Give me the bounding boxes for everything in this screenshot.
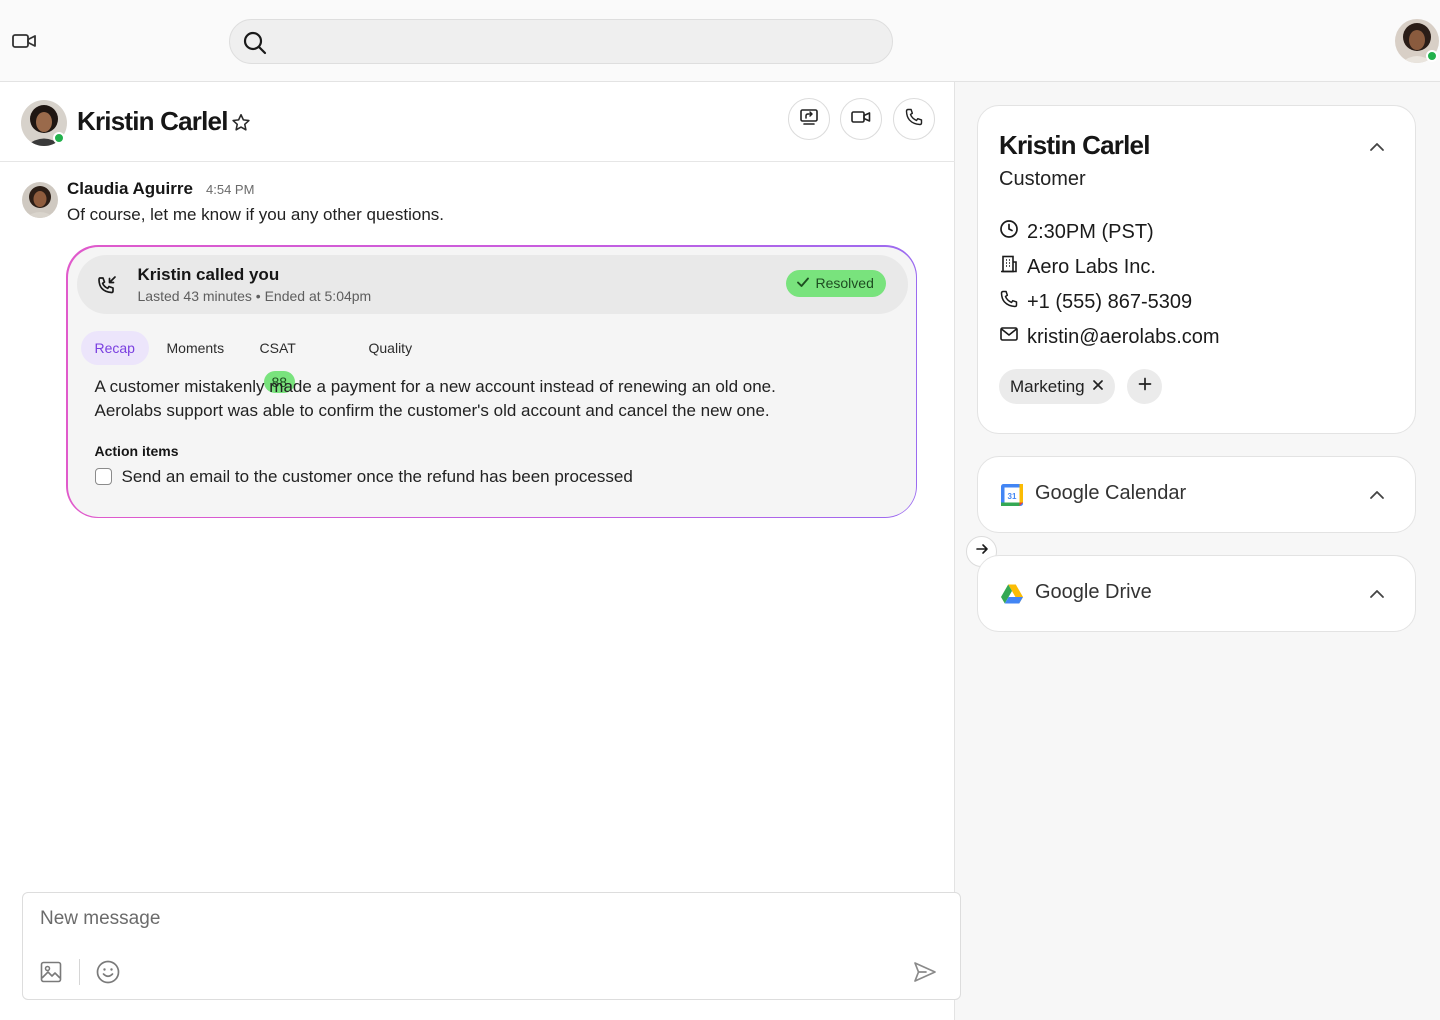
local-time-text: 2:30PM (PST) bbox=[1027, 220, 1154, 243]
tag-label: Marketing bbox=[1010, 376, 1085, 396]
action-item: Send an email to the customer once the r… bbox=[94, 466, 633, 487]
svg-text:31: 31 bbox=[1008, 492, 1017, 501]
contact-phone[interactable]: +1 (555) 867-5309 bbox=[999, 289, 1192, 315]
call-title: Kristin called you bbox=[137, 264, 280, 284]
search-icon bbox=[242, 30, 268, 56]
tag-chip: Marketing bbox=[999, 369, 1115, 404]
check-icon bbox=[796, 275, 810, 292]
sender-avatar[interactable] bbox=[22, 182, 58, 218]
resolved-badge: Resolved bbox=[785, 269, 886, 297]
add-tag-button[interactable] bbox=[1127, 369, 1162, 404]
message-composer bbox=[22, 892, 961, 1000]
building-icon bbox=[999, 254, 1019, 280]
contact-details-card: Kristin Carlel Customer 2:30PM (PST) Aer… bbox=[977, 105, 1416, 434]
chat-header: Kristin Carlel bbox=[0, 82, 955, 162]
resolved-label: Resolved bbox=[815, 275, 874, 291]
clock-icon bbox=[999, 219, 1019, 245]
online-status-dot bbox=[53, 132, 65, 144]
email-text: kristin@aerolabs.com bbox=[1027, 325, 1220, 348]
video-camera-icon bbox=[851, 109, 871, 130]
contact-company: Aero Labs Inc. bbox=[999, 254, 1156, 280]
contact-card-name: Kristin Carlel bbox=[999, 130, 1150, 160]
tab-quality[interactable]: Quality bbox=[369, 331, 413, 365]
send-icon[interactable] bbox=[912, 959, 938, 985]
video-camera-icon[interactable] bbox=[11, 30, 39, 52]
tab-recap[interactable]: Recap bbox=[80, 330, 149, 365]
voice-call-button[interactable] bbox=[893, 98, 935, 140]
recap-line: Aerolabs support was able to confirm the… bbox=[94, 400, 770, 420]
phone-text: +1 (555) 867-5309 bbox=[1027, 290, 1193, 313]
integration-label: Google Calendar bbox=[1035, 482, 1187, 504]
company-text: Aero Labs Inc. bbox=[1027, 255, 1156, 278]
search-bar[interactable] bbox=[229, 19, 893, 64]
contact-email[interactable]: kristin@aerolabs.com bbox=[999, 324, 1220, 350]
user-avatar[interactable] bbox=[1395, 19, 1439, 63]
mail-icon bbox=[999, 324, 1019, 350]
chevron-up-icon[interactable] bbox=[1366, 484, 1388, 506]
contact-local-time: 2:30PM (PST) bbox=[999, 219, 1154, 245]
online-status-dot bbox=[1426, 50, 1438, 62]
recap-line: A customer mistakenly made a payment for… bbox=[94, 376, 776, 396]
close-icon[interactable] bbox=[1091, 377, 1105, 397]
contact-role: Customer bbox=[999, 168, 1086, 190]
action-item-checkbox[interactable] bbox=[94, 468, 112, 485]
emoji-icon[interactable] bbox=[95, 959, 121, 985]
contact-name: Kristin Carlel bbox=[77, 106, 228, 136]
toolbar-divider bbox=[79, 959, 80, 985]
google-calendar-card[interactable]: 31 Google Calendar bbox=[977, 456, 1416, 533]
message-time: 4:54 PM bbox=[206, 182, 255, 197]
tab-csat[interactable]: CSAT88 bbox=[259, 331, 296, 393]
google-drive-icon bbox=[1000, 582, 1024, 606]
google-calendar-icon: 31 bbox=[1000, 483, 1024, 507]
star-icon[interactable] bbox=[230, 112, 252, 134]
screen-share-button[interactable] bbox=[788, 98, 830, 140]
screen-share-icon bbox=[799, 107, 819, 132]
call-duration: Lasted 43 minutes • Ended at 5:04pm bbox=[137, 287, 372, 304]
recap-text: A customer mistakenly made a payment for… bbox=[95, 375, 875, 423]
phone-icon bbox=[999, 289, 1019, 315]
action-items-title: Action items bbox=[94, 442, 179, 459]
chevron-up-icon[interactable] bbox=[1366, 136, 1388, 158]
chat-panel: Kristin Carlel Claudia Aguirre 4:54 PM O… bbox=[0, 82, 961, 1020]
search-input[interactable] bbox=[278, 20, 878, 63]
image-attach-icon[interactable] bbox=[39, 960, 63, 984]
incoming-call-icon bbox=[95, 273, 119, 297]
call-summary-card: Kristin called you Lasted 43 minutes • E… bbox=[66, 245, 917, 518]
call-summary-header[interactable]: Kristin called you Lasted 43 minutes • E… bbox=[76, 254, 908, 314]
tab-csat-label: CSAT bbox=[259, 339, 296, 356]
plus-icon bbox=[1138, 377, 1152, 396]
phone-icon bbox=[904, 107, 924, 132]
chevron-up-icon[interactable] bbox=[1366, 583, 1388, 605]
video-call-button[interactable] bbox=[840, 98, 882, 140]
message-text: Of course, let me know if you any other … bbox=[67, 205, 445, 224]
integration-label: Google Drive bbox=[1035, 581, 1152, 603]
message-input[interactable] bbox=[40, 905, 900, 933]
action-item-label: Send an email to the customer once the r… bbox=[121, 466, 633, 486]
message-sender: Claudia Aguirre bbox=[67, 179, 193, 198]
top-bar bbox=[0, 0, 1440, 82]
google-drive-card[interactable]: Google Drive bbox=[977, 555, 1416, 632]
contact-avatar[interactable] bbox=[21, 100, 67, 146]
tab-moments[interactable]: Moments bbox=[167, 331, 225, 365]
